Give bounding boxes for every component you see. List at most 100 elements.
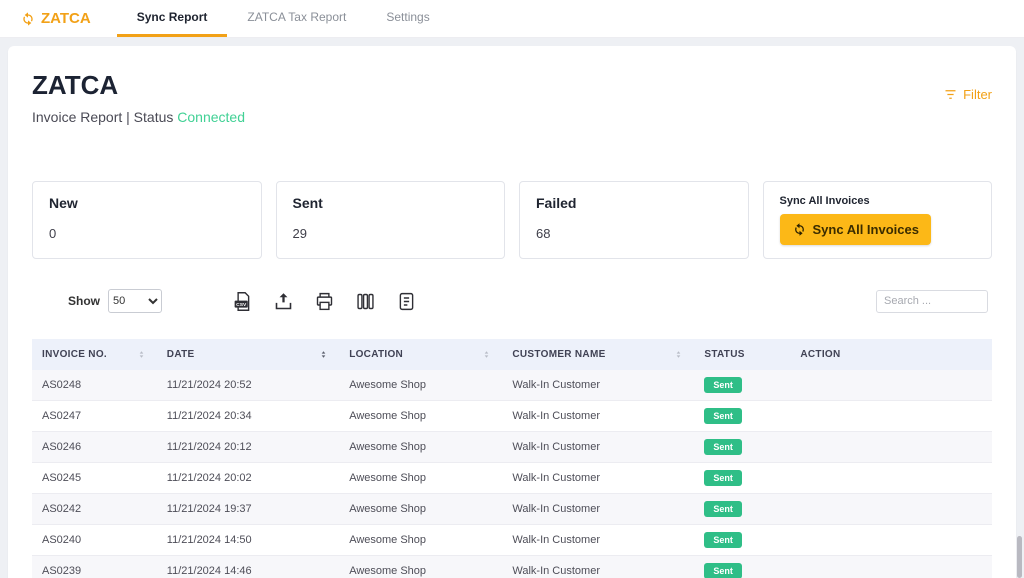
col-header-action[interactable]: ACTION: [790, 339, 992, 370]
show-label: Show: [68, 294, 100, 308]
table-row: AS0245 11/21/2024 20:02 Awesome Shop Wal…: [32, 463, 992, 494]
stat-label: Sent: [293, 195, 489, 211]
brand-logo[interactable]: ZATCA: [20, 0, 91, 37]
action-cell: [790, 370, 992, 401]
col-label: LOCATION: [349, 349, 403, 360]
table-row: AS0246 11/21/2024 20:12 Awesome Shop Wal…: [32, 432, 992, 463]
copy-icon[interactable]: [396, 291, 417, 312]
tab-zatca-tax-report[interactable]: ZATCA Tax Report: [227, 0, 366, 37]
subtitle-text: Invoice Report | Status: [32, 109, 173, 125]
table-row: AS0239 11/21/2024 14:46 Awesome Shop Wal…: [32, 556, 992, 578]
customer-name-cell: Walk-In Customer: [502, 432, 694, 463]
col-label: ACTION: [800, 349, 840, 360]
invoice-no-cell: AS0248: [32, 370, 157, 401]
status-badge: Sent: [704, 563, 742, 578]
upload-icon[interactable]: [273, 291, 294, 312]
date-cell: 11/21/2024 14:46: [157, 556, 339, 578]
print-icon[interactable]: [314, 291, 335, 312]
tab-sync-report[interactable]: Sync Report: [117, 0, 228, 37]
table-controls: Show 50 CSV: [32, 289, 992, 313]
date-cell: 11/21/2024 20:12: [157, 432, 339, 463]
action-cell: [790, 401, 992, 432]
nav-tabs: Sync Report ZATCA Tax Report Settings: [117, 0, 450, 37]
tab-label: ZATCA Tax Report: [247, 10, 346, 24]
status-cell: Sent: [694, 401, 790, 432]
date-cell: 11/21/2024 20:52: [157, 370, 339, 401]
sync-all-button-label: Sync All Invoices: [813, 222, 919, 237]
customer-name-cell: Walk-In Customer: [502, 494, 694, 525]
stat-card-new: New 0: [32, 181, 262, 259]
status-badge: Sent: [704, 470, 742, 486]
sort-icon: [481, 349, 492, 360]
date-cell: 11/21/2024 20:34: [157, 401, 339, 432]
location-cell: Awesome Shop: [339, 494, 502, 525]
sync-all-button[interactable]: Sync All Invoices: [780, 214, 931, 245]
status-cell: Sent: [694, 432, 790, 463]
action-cell: [790, 494, 992, 525]
status-badge: Sent: [704, 501, 742, 517]
date-cell: 11/21/2024 19:37: [157, 494, 339, 525]
action-cell: [790, 432, 992, 463]
invoice-table-header: INVOICE NO. DATE LOCATION CUSTOMER NAME …: [32, 339, 992, 370]
invoice-no-cell: AS0247: [32, 401, 157, 432]
csv-export-icon[interactable]: CSV: [232, 291, 253, 312]
stat-label: Failed: [536, 195, 732, 211]
sort-icon: [673, 349, 684, 360]
tab-label: Sync Report: [137, 10, 208, 24]
search-input[interactable]: [876, 290, 988, 313]
status-badge: Sent: [704, 408, 742, 424]
stat-label: New: [49, 195, 245, 211]
invoice-no-cell: AS0239: [32, 556, 157, 578]
sync-icon: [792, 222, 807, 237]
filter-label: Filter: [963, 87, 992, 102]
col-header-date[interactable]: DATE: [157, 339, 339, 370]
col-label: INVOICE NO.: [42, 349, 107, 360]
customer-name-cell: Walk-In Customer: [502, 556, 694, 578]
customer-name-cell: Walk-In Customer: [502, 525, 694, 556]
title-block: ZATCA Invoice Report | Status Connected: [32, 64, 245, 125]
status-cell: Sent: [694, 463, 790, 494]
tab-settings[interactable]: Settings: [366, 0, 449, 37]
status-badge: Sent: [704, 532, 742, 548]
sort-icon: [318, 349, 329, 360]
stat-value: 0: [49, 226, 245, 241]
location-cell: Awesome Shop: [339, 370, 502, 401]
stats-row: New 0 Sent 29 Failed 68 Sync All Invoice…: [32, 181, 992, 259]
sync-icon: [20, 11, 36, 27]
date-cell: 11/21/2024 14:50: [157, 525, 339, 556]
stat-card-sent: Sent 29: [276, 181, 506, 259]
col-header-status[interactable]: STATUS: [694, 339, 790, 370]
stat-value: 68: [536, 226, 732, 241]
action-cell: [790, 463, 992, 494]
status-cell: Sent: [694, 494, 790, 525]
page-title: ZATCA: [32, 70, 245, 101]
invoice-table-body: AS0248 11/21/2024 20:52 Awesome Shop Wal…: [32, 370, 992, 578]
invoice-table: INVOICE NO. DATE LOCATION CUSTOMER NAME …: [32, 339, 992, 578]
customer-name-cell: Walk-In Customer: [502, 401, 694, 432]
page-size-select[interactable]: 50: [108, 289, 162, 313]
invoice-no-cell: AS0240: [32, 525, 157, 556]
location-cell: Awesome Shop: [339, 525, 502, 556]
svg-text:CSV: CSV: [236, 302, 247, 308]
date-cell: 11/21/2024 20:02: [157, 463, 339, 494]
vertical-scrollbar-thumb[interactable]: [1017, 536, 1022, 578]
connection-status: Connected: [177, 109, 245, 125]
stat-value: 29: [293, 226, 489, 241]
col-header-location[interactable]: LOCATION: [339, 339, 502, 370]
page-header: ZATCA Invoice Report | Status Connected …: [32, 64, 992, 125]
col-header-customer-name[interactable]: CUSTOMER NAME: [502, 339, 694, 370]
table-row: AS0248 11/21/2024 20:52 Awesome Shop Wal…: [32, 370, 992, 401]
action-cell: [790, 556, 992, 578]
filter-button[interactable]: Filter: [943, 87, 992, 102]
sync-all-panel: Sync All Invoices Sync All Invoices: [763, 181, 993, 259]
col-label: STATUS: [704, 349, 744, 360]
tab-label: Settings: [386, 10, 429, 24]
filter-icon: [943, 87, 958, 102]
table-row: AS0240 11/21/2024 14:50 Awesome Shop Wal…: [32, 525, 992, 556]
page-subtitle: Invoice Report | Status Connected: [32, 109, 245, 125]
status-cell: Sent: [694, 525, 790, 556]
col-header-invoice-no[interactable]: INVOICE NO.: [32, 339, 157, 370]
page-size-group: Show 50: [68, 289, 162, 313]
columns-icon[interactable]: [355, 291, 376, 312]
table-row: AS0247 11/21/2024 20:34 Awesome Shop Wal…: [32, 401, 992, 432]
